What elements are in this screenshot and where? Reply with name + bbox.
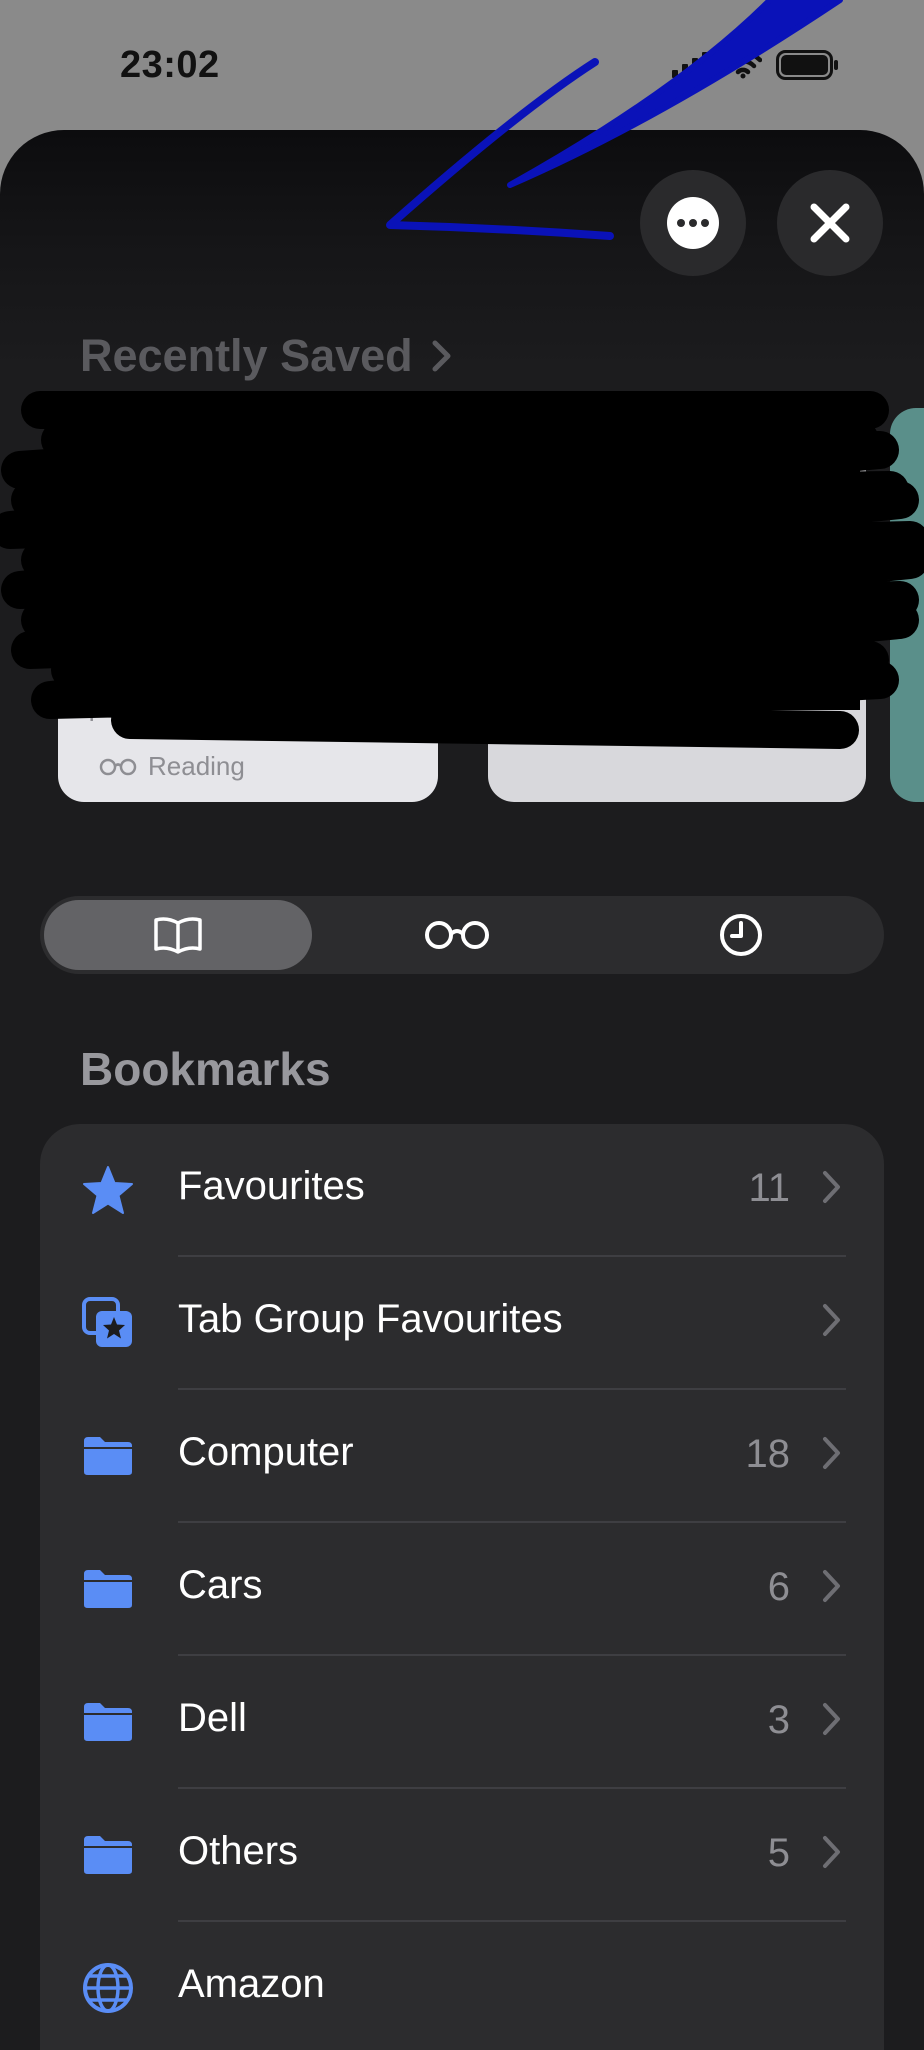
status-time: 23:02 <box>120 44 220 86</box>
bookmark-label: Dell <box>178 1696 247 1740</box>
bookmark-row-others[interactable]: Others 5 <box>40 1789 884 1922</box>
tab-reading-list[interactable] <box>316 900 598 970</box>
more-button[interactable] <box>640 170 746 276</box>
glasses-icon <box>99 758 137 775</box>
bookmark-label: Cars <box>178 1563 263 1607</box>
bookmark-row-cars[interactable]: Cars 6 <box>40 1523 884 1656</box>
recently-saved-header[interactable]: Recently Saved <box>80 330 453 382</box>
globe-icon <box>80 1962 136 2014</box>
saved-card[interactable]: nexxbel.com <box>488 408 866 802</box>
folder-icon <box>80 1430 136 1482</box>
folder-icon <box>80 1696 136 1748</box>
bookmark-row-favourites[interactable]: Favourites 11 <box>40 1124 884 1257</box>
bookmark-row-tab-group-favourites[interactable]: Tab Group Favourites <box>40 1257 884 1390</box>
xmark-icon <box>810 203 850 243</box>
ellipsis-circle-icon <box>667 197 719 249</box>
status-icons <box>672 50 840 80</box>
bookmark-count: 5 <box>767 1831 790 1875</box>
bookmark-count: 3 <box>767 1698 790 1742</box>
bookmark-label: Others <box>178 1829 299 1873</box>
bookmark-label: Favourites <box>178 1164 365 1208</box>
card-site: f <box>88 696 96 727</box>
bookmark-label: Computer <box>178 1430 354 1474</box>
chevron-right-icon <box>823 1703 840 1735</box>
recently-saved-carousel: f Reading nexxbel.com <box>58 408 924 802</box>
folder-icon <box>80 1563 136 1615</box>
glasses-icon <box>425 921 489 949</box>
bookmarks-list: Favourites 11 Tab Group Favourites Compu… <box>40 1124 884 2050</box>
bookmark-row-computer[interactable]: Computer 18 <box>40 1390 884 1523</box>
bookmark-row-amazon[interactable]: Amazon <box>40 1922 884 2050</box>
bookmark-label: Tab Group Favourites <box>178 1297 563 1341</box>
clock-icon <box>720 914 762 956</box>
book-icon <box>154 917 202 954</box>
bookmark-label: Amazon <box>178 1962 325 2006</box>
chevron-right-icon <box>823 1171 840 1203</box>
close-button[interactable] <box>777 170 883 276</box>
battery-icon <box>776 50 838 80</box>
card-domain: nexxbel.com <box>508 692 666 723</box>
bookmarks-section-title: Bookmarks <box>80 1043 331 1095</box>
status-bar: 23:02 <box>0 0 924 130</box>
star-icon <box>80 1164 136 1216</box>
tab-history[interactable] <box>602 900 880 970</box>
saved-card[interactable]: f Reading <box>58 408 438 802</box>
safari-sheet: Recently Saved f Reading nexxbel.com Boo… <box>0 130 924 2050</box>
cellular-signal-icon <box>672 52 708 78</box>
chevron-right-icon <box>432 340 451 372</box>
bookmark-count: 11 <box>748 1166 790 1210</box>
chevron-right-icon <box>823 1437 840 1469</box>
recently-saved-title: Recently Saved <box>80 330 413 381</box>
tab-group-favourites-icon <box>80 1297 136 1349</box>
reading-text: Reading <box>148 751 245 781</box>
sidebar-segmented-control <box>40 896 884 974</box>
wifi-icon <box>724 51 762 79</box>
bookmark-count: 18 <box>745 1432 791 1476</box>
card-reading-label: Reading <box>98 751 245 782</box>
bookmark-count: 6 <box>767 1565 790 1609</box>
saved-card[interactable] <box>890 408 924 802</box>
folder-icon <box>80 1829 136 1881</box>
chevron-right-icon <box>823 1570 840 1602</box>
chevron-right-icon <box>823 1304 840 1336</box>
bookmark-row-dell[interactable]: Dell 3 <box>40 1656 884 1789</box>
tab-bookmarks[interactable] <box>44 900 312 970</box>
chevron-right-icon <box>823 1836 840 1868</box>
